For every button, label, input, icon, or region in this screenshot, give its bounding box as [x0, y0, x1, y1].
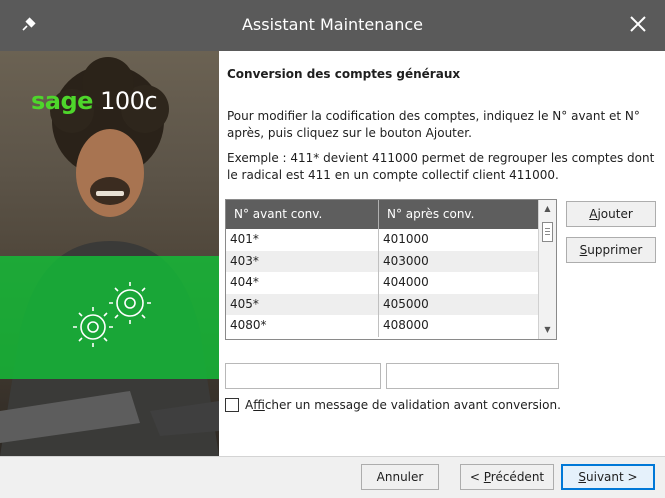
- cell-after: 404000: [383, 275, 429, 290]
- cell-after: 401000: [383, 232, 429, 246]
- section-heading: Conversion des comptes généraux: [227, 67, 461, 81]
- validation-message-checkbox[interactable]: [225, 398, 239, 412]
- close-icon[interactable]: [625, 11, 651, 37]
- cell-before: 401*: [226, 229, 379, 251]
- wizard-content: Conversion des comptes généraux Pour mod…: [219, 51, 665, 456]
- table-row[interactable]: 405* 405000: [226, 293, 539, 316]
- next-button[interactable]: Suivant >: [561, 464, 655, 490]
- table-scrollbar[interactable]: ▲ ▼: [538, 200, 556, 339]
- validation-message-label[interactable]: Afficher un message de validation avant …: [245, 397, 561, 413]
- cancel-button[interactable]: Annuler: [361, 464, 439, 490]
- table-row[interactable]: 403* 403000: [226, 250, 539, 273]
- example-text: Exemple : 411* devient 411000 permet de …: [227, 151, 655, 182]
- title-bar: Assistant Maintenance: [0, 0, 665, 51]
- cell-before: 404*: [226, 272, 379, 294]
- table-row[interactable]: 404* 404000: [226, 272, 539, 294]
- scroll-down-icon[interactable]: ▼: [539, 323, 556, 337]
- cell-before: 4080*: [226, 315, 379, 337]
- delete-button[interactable]: Supprimer: [566, 237, 656, 263]
- cell-before: 403*: [226, 250, 379, 273]
- previous-button[interactable]: < Précédent: [460, 464, 554, 490]
- scroll-thumb[interactable]: [542, 222, 553, 242]
- window-title: Assistant Maintenance: [241, 15, 423, 34]
- sage-logo: sage 100c: [31, 87, 158, 115]
- column-header-after[interactable]: N° après conv.: [379, 200, 539, 229]
- conversion-table: N° avant conv. N° après conv. 401* 40100…: [225, 199, 557, 340]
- account-after-input[interactable]: [386, 363, 559, 389]
- cell-after: 408000: [383, 318, 429, 333]
- add-button[interactable]: Ajouter: [566, 201, 656, 227]
- column-header-before[interactable]: N° avant conv.: [226, 200, 379, 229]
- instructions-text: Pour modifier la codification des compte…: [227, 109, 640, 140]
- scroll-up-icon[interactable]: ▲: [539, 202, 556, 216]
- cell-after: 403000: [383, 253, 429, 268]
- wizard-footer: Annuler < Précédent Suivant >: [0, 456, 665, 498]
- table-row[interactable]: 4080* 408000: [226, 315, 539, 337]
- branding-image: sage 100c: [0, 51, 219, 456]
- cell-before: 405*: [226, 293, 379, 316]
- table-header: N° avant conv. N° après conv.: [226, 200, 539, 229]
- cell-after: 405000: [383, 296, 429, 311]
- table-body: 401* 401000 403* 403000 404* 404000 405*…: [226, 229, 539, 337]
- table-row[interactable]: 401* 401000: [226, 229, 539, 251]
- account-before-input[interactable]: [225, 363, 381, 389]
